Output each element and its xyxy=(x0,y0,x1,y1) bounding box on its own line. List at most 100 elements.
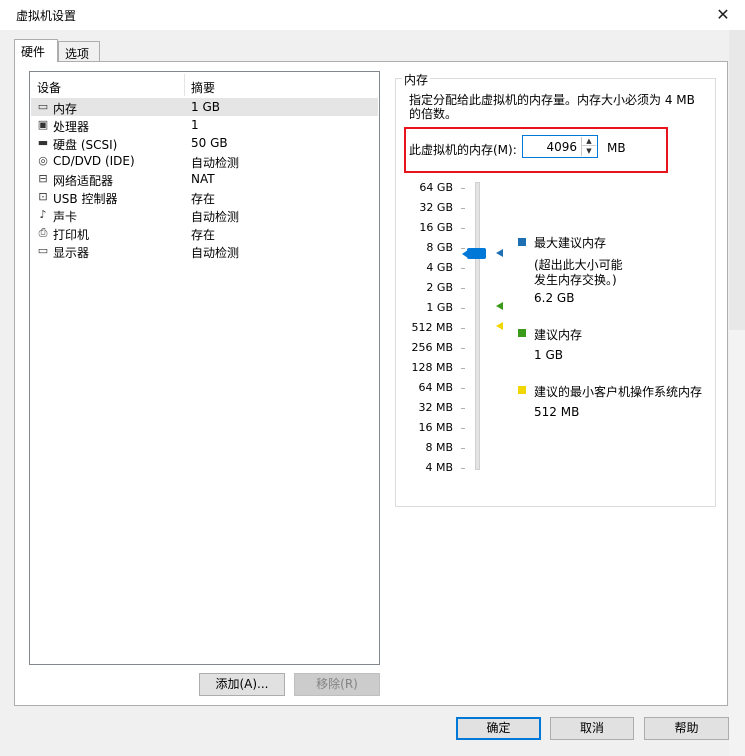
scale-tick-label: 512 MB xyxy=(411,321,453,334)
min-guest-legend-icon xyxy=(518,386,526,394)
scale-tick-mark xyxy=(461,248,465,249)
device-row-display[interactable]: ▭ 显示器 自动检测 xyxy=(31,242,378,260)
processor-icon: ▣ xyxy=(37,118,49,131)
device-row-processor[interactable]: ▣ 处理器 1 xyxy=(31,116,378,134)
scale-tick-mark xyxy=(461,428,465,429)
max-recommended-value: 6.2 GB xyxy=(534,291,575,305)
network-adapter-icon: ⊟ xyxy=(38,172,48,185)
scale-tick-mark xyxy=(461,188,465,189)
memory-input-value[interactable]: 4096 xyxy=(546,140,577,154)
cd-dvd-icon: ◎ xyxy=(38,154,48,167)
scale-tick-label: 16 GB xyxy=(419,221,453,234)
sound-card-icon: ♪ xyxy=(39,208,47,221)
scale-tick-label: 64 MB xyxy=(418,381,453,394)
scale-tick-label: 128 MB xyxy=(411,361,453,374)
device-summary: 自动检测 xyxy=(191,210,240,224)
device-name: 硬盘 (SCSI) xyxy=(53,138,118,152)
scale-tick-mark xyxy=(461,288,465,289)
device-summary: 存在 xyxy=(191,192,216,206)
add-button[interactable]: 添加(A)... xyxy=(199,673,285,696)
spinner-up-icon[interactable]: ▲ xyxy=(582,137,596,146)
device-summary: 1 xyxy=(191,118,199,132)
device-summary: 存在 xyxy=(191,228,216,242)
max-recommended-title: 最大建议内存 xyxy=(534,236,607,250)
scale-tick-mark xyxy=(461,348,465,349)
recommended-title: 建议内存 xyxy=(534,328,583,342)
scale-tick-mark xyxy=(461,388,465,389)
device-name: 网络适配器 xyxy=(53,174,114,188)
scale-tick-label: 1 GB xyxy=(426,301,453,314)
display-icon: ▭ xyxy=(37,244,49,257)
device-row-hard-disk[interactable]: ▬ 硬盘 (SCSI) 50 GB xyxy=(31,134,378,152)
scale-tick-mark xyxy=(461,368,465,369)
scale-tick-mark xyxy=(461,268,465,269)
max-recommended-legend-icon xyxy=(518,238,526,246)
min-guest-marker xyxy=(496,322,503,330)
scale-tick-mark xyxy=(461,448,465,449)
device-row-cd-dvd[interactable]: ◎ CD/DVD (IDE) 自动检测 xyxy=(31,152,378,170)
scale-tick-label: 8 MB xyxy=(425,441,453,454)
min-guest-value: 512 MB xyxy=(534,405,580,419)
column-header-device[interactable]: 设备 xyxy=(37,79,61,96)
device-name: 处理器 xyxy=(53,120,90,134)
memory-group-title: 内存 xyxy=(402,71,431,88)
scale-tick-label: 256 MB xyxy=(411,341,453,354)
title-bar: 虚拟机设置 ✕ xyxy=(0,0,745,30)
device-name: 内存 xyxy=(53,102,78,116)
device-name: USB 控制器 xyxy=(53,192,118,206)
scale-tick-label: 4 GB xyxy=(426,261,453,274)
device-name: 打印机 xyxy=(53,228,90,242)
scale-tick-label: 64 GB xyxy=(419,181,453,194)
device-name: 声卡 xyxy=(53,210,78,224)
max-recommended-marker xyxy=(496,249,503,257)
scale-tick-label: 2 GB xyxy=(426,281,453,294)
device-row-sound-card[interactable]: ♪ 声卡 自动检测 xyxy=(31,206,378,224)
ok-button[interactable]: 确定 xyxy=(456,717,541,740)
help-button[interactable]: 帮助 xyxy=(644,717,729,740)
memory-icon: ▭ xyxy=(37,100,49,113)
device-summary: 自动检测 xyxy=(191,246,240,260)
memory-slider-track[interactable] xyxy=(475,182,480,470)
cancel-button[interactable]: 取消 xyxy=(550,717,634,740)
scale-tick-mark xyxy=(461,208,465,209)
printer-icon: ⎙ xyxy=(38,226,48,239)
device-list[interactable]: 设备 摘要 ▭ 内存 1 GB ▣ 处理器 1 ▬ 硬盘 (SCSI) 50 G… xyxy=(29,71,380,665)
memory-slider-thumb[interactable] xyxy=(467,248,486,259)
device-row-usb-controller[interactable]: ⊡ USB 控制器 存在 xyxy=(31,188,378,206)
window-title: 虚拟机设置 xyxy=(16,9,77,23)
device-summary: 1 GB xyxy=(191,100,220,114)
recommended-legend-icon xyxy=(518,329,526,337)
spinner-down-icon[interactable]: ▼ xyxy=(582,147,596,156)
close-icon[interactable]: ✕ xyxy=(711,4,735,26)
device-name: CD/DVD (IDE) xyxy=(53,154,135,168)
memory-input[interactable]: 4096 ▲ ▼ xyxy=(522,135,598,158)
usb-controller-icon: ⊡ xyxy=(38,190,48,203)
device-row-printer[interactable]: ⎙ 打印机 存在 xyxy=(31,224,378,242)
scale-tick-label: 32 GB xyxy=(419,201,453,214)
background-strip-lower xyxy=(729,330,745,756)
device-row-memory[interactable]: ▭ 内存 1 GB xyxy=(31,98,378,116)
device-row-network-adapter[interactable]: ⊟ 网络适配器 NAT xyxy=(31,170,378,188)
vm-settings-window: 虚拟机设置 ✕ 硬件 选项 设备 摘要 ▭ 内存 1 GB ▣ 处理器 1 ▬ … xyxy=(0,0,745,756)
scale-tick-mark xyxy=(461,308,465,309)
tab-hardware[interactable]: 硬件 xyxy=(14,39,58,62)
memory-unit: MB xyxy=(607,141,626,155)
max-recommended-note: (超出此大小可能发生内存交换。) xyxy=(534,258,623,287)
scale-tick-mark xyxy=(461,468,465,469)
recommended-marker xyxy=(496,302,503,310)
memory-description: 指定分配给此虚拟机的内存量。内存大小必须为 4 MB 的倍数。 xyxy=(409,93,695,121)
background-strip xyxy=(729,30,745,330)
column-separator[interactable] xyxy=(184,74,185,96)
tab-options[interactable]: 选项 xyxy=(58,41,100,61)
remove-button[interactable]: 移除(R) xyxy=(294,673,380,696)
scale-tick-label: 8 GB xyxy=(426,241,453,254)
scale-tick-mark xyxy=(461,228,465,229)
device-list-header: 设备 摘要 xyxy=(30,72,379,98)
scale-tick-label: 32 MB xyxy=(418,401,453,414)
hard-disk-icon: ▬ xyxy=(37,136,49,149)
memory-spinner[interactable]: ▲ ▼ xyxy=(581,137,596,156)
column-header-summary[interactable]: 摘要 xyxy=(191,79,215,96)
scale-tick-mark xyxy=(461,408,465,409)
scale-tick-mark xyxy=(461,328,465,329)
scale-tick-label: 4 MB xyxy=(425,461,453,474)
